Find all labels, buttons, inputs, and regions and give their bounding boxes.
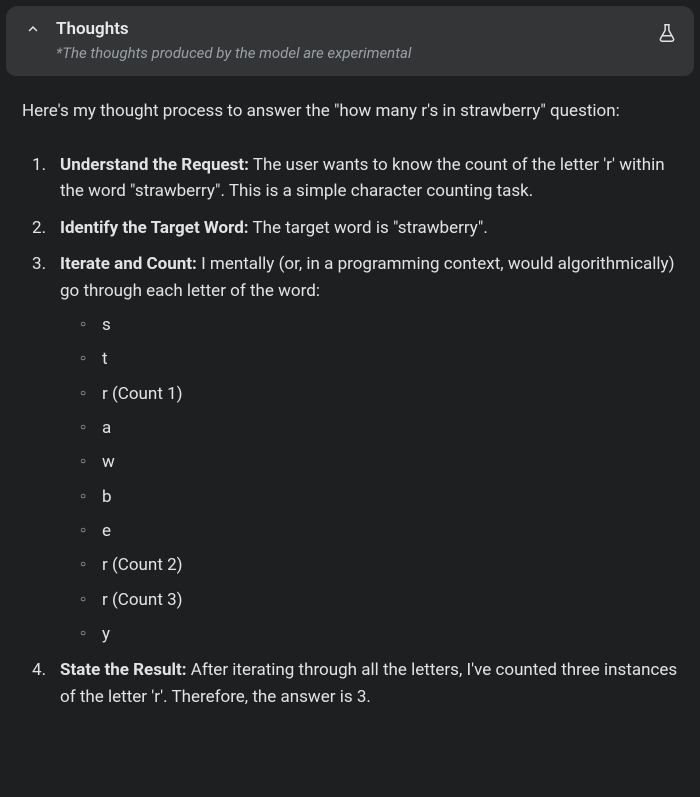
list-item: y xyxy=(102,621,678,647)
list-item: s xyxy=(102,312,678,338)
step-item: Iterate and Count: I mentally (or, in a … xyxy=(60,251,678,647)
thoughts-content: Here's my thought process to answer the … xyxy=(6,76,694,736)
step-title: Iterate and Count: xyxy=(60,254,197,274)
list-item: a xyxy=(102,415,678,441)
step-item: Identify the Target Word: The target wor… xyxy=(60,215,678,241)
thoughts-title: Thoughts xyxy=(56,18,648,42)
intro-text: Here's my thought process to answer the … xyxy=(22,98,678,124)
step-title: Understand the Request: xyxy=(60,155,249,175)
list-item: r (Count 1) xyxy=(102,381,678,407)
collapse-toggle[interactable] xyxy=(22,20,44,42)
list-item: t xyxy=(102,346,678,372)
letter-list: s t r (Count 1) a w b e r (Count 2) r (C… xyxy=(60,312,678,647)
thoughts-header: Thoughts *The thoughts produced by the m… xyxy=(6,6,694,76)
experimental-flask-icon xyxy=(656,22,678,44)
steps-list: Understand the Request: The user wants t… xyxy=(22,152,678,710)
step-item: Understand the Request: The user wants t… xyxy=(60,152,678,205)
list-item: w xyxy=(102,449,678,475)
list-item: r (Count 2) xyxy=(102,552,678,578)
step-title: Identify the Target Word: xyxy=(60,218,249,238)
header-text: Thoughts *The thoughts produced by the m… xyxy=(56,18,648,62)
list-item: b xyxy=(102,484,678,510)
thoughts-panel: Thoughts *The thoughts produced by the m… xyxy=(6,6,694,736)
list-item: e xyxy=(102,518,678,544)
step-body: The target word is "strawberry". xyxy=(249,218,488,238)
step-title: State the Result: xyxy=(60,660,187,680)
list-item: r (Count 3) xyxy=(102,587,678,613)
thoughts-subtitle: *The thoughts produced by the model are … xyxy=(56,44,648,62)
step-item: State the Result: After iterating throug… xyxy=(60,657,678,710)
chevron-up-icon xyxy=(24,20,42,42)
